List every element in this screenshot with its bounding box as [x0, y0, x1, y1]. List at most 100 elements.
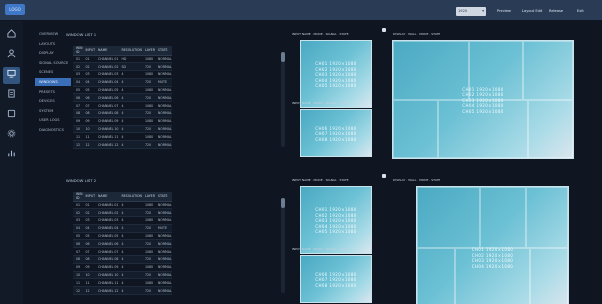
column-header[interactable]: STATE — [154, 192, 172, 202]
column-header[interactable]: NAME — [95, 46, 119, 56]
table-row[interactable]: 08 08 CHANNEL 08 4 720 NORMAL — [73, 255, 172, 264]
table-cell: 4 — [118, 224, 142, 233]
app-window: LOGO 1920 ▾ Preview Layout Edit Release … — [0, 0, 602, 304]
table-row[interactable]: 06 06 CHANNEL 06 4 720 NORMAL — [73, 93, 172, 103]
table-row[interactable]: 01 01 CHANNEL 01 HD 1080 NORMAL — [73, 55, 172, 64]
table-row[interactable]: 01 01 CHANNEL 01 4 1080 NORMAL — [73, 201, 172, 210]
table-cell: 4 — [118, 247, 142, 257]
nav-item-user-logs[interactable]: USER LOGS — [35, 116, 71, 124]
display-wall-preview[interactable]: CH01 1920×1080 CH02 1920×1080 CH03 1920×10… — [392, 40, 574, 159]
sidebar-item-stat[interactable] — [3, 147, 20, 164]
table-cell: CHANNEL 10 — [95, 271, 119, 280]
table-row[interactable]: 02 02 CHANNEL 02 4 720 NORMAL — [73, 208, 172, 218]
app-logo: LOGO — [5, 4, 25, 15]
scrollbar-thumb[interactable] — [281, 198, 285, 208]
column-header[interactable]: STATE — [154, 46, 172, 56]
nav-item-layouts[interactable]: LAYOUTS — [35, 40, 71, 48]
table-cell: NORMAL — [154, 55, 172, 64]
column-header[interactable]: NAME — [95, 192, 119, 202]
sidebar-item-home[interactable] — [3, 27, 20, 44]
table-row[interactable]: 10 10 CHANNEL 10 4 720 NORMAL — [73, 125, 172, 134]
table-row[interactable]: 07 07 CHANNEL 07 4 1080 NORMAL — [73, 247, 172, 257]
table-row[interactable]: 11 11 CHANNEL 11 4 1080 NORMAL — [73, 278, 172, 288]
table-cell: 4 — [118, 263, 142, 272]
nav-item-signal-source[interactable]: SIGNAL SOURCE — [35, 59, 71, 67]
nav-item-diagnostics[interactable]: DIAGNOSTICS — [35, 126, 71, 134]
table-cell: 720 — [141, 140, 155, 150]
table-row[interactable]: 12 12 CHANNEL 12 4 720 NORMAL — [73, 140, 172, 150]
exit-button[interactable]: Exit — [577, 7, 599, 16]
table-scrollbar[interactable] — [281, 52, 285, 147]
table-row[interactable]: 10 10 CHANNEL 10 4 720 NORMAL — [73, 271, 172, 280]
table-row[interactable]: 08 08 CHANNEL 08 4 720 NORMAL — [73, 109, 172, 118]
nav-item-system[interactable]: SYSTEM — [35, 107, 71, 115]
table-cell: 4 — [118, 201, 142, 210]
table-row[interactable]: 05 05 CHANNEL 05 4 1080 NORMAL — [73, 232, 172, 241]
layout-preview[interactable]: CH06 1920×1080 CH07 1920×1080 CH08 1920×10… — [300, 255, 372, 303]
wall-cell[interactable] — [480, 187, 526, 248]
table-cell: NORMAL — [154, 239, 172, 249]
sidebar-item-user[interactable] — [3, 47, 20, 64]
column-header[interactable]: RESOLUTION — [118, 46, 142, 56]
nav-item-scenes[interactable]: SCENES — [35, 68, 71, 76]
table-cell: NORMAL — [154, 247, 172, 257]
layout-preview[interactable]: CH06 1920×1080 CH07 1920×1080 CH08 1920×10… — [300, 109, 372, 157]
table-cell: NORMAL — [154, 140, 172, 150]
table-cell: 06 — [82, 239, 96, 249]
column-header[interactable]: WIN ID — [73, 46, 83, 56]
table-cell: 12 — [73, 286, 83, 296]
column-header[interactable]: RESOLUTION — [118, 192, 142, 202]
sidebar-item-doc[interactable] — [3, 87, 20, 104]
table-row[interactable]: 04 04 CHANNEL 04 4 720 MUTE — [73, 78, 172, 87]
scrollbar-thumb[interactable] — [281, 52, 285, 62]
table-cell: CHANNEL 04 — [95, 78, 119, 87]
nav-item-presets[interactable]: PRESETS — [35, 88, 71, 96]
table-cell: NORMAL — [154, 263, 172, 272]
table-row[interactable]: 07 07 CHANNEL 07 4 1080 NORMAL — [73, 101, 172, 111]
sidebar-item-screen[interactable] — [3, 67, 20, 84]
table-row[interactable]: 03 03 CHANNEL 03 4 1080 NORMAL — [73, 216, 172, 225]
column-header[interactable]: LAYER — [141, 46, 155, 56]
table-row[interactable]: 09 09 CHANNEL 09 4 1080 NORMAL — [73, 117, 172, 126]
table-row[interactable]: 02 02 CHANNEL 02 SD 720 NORMAL — [73, 62, 172, 72]
table-cell: 06 — [73, 93, 83, 103]
table-row[interactable]: 12 12 CHANNEL 12 4 720 NORMAL — [73, 286, 172, 296]
nav-item-devices[interactable]: DEVICES — [35, 97, 71, 105]
wall-cell[interactable] — [417, 187, 481, 248]
table-cell: 04 — [82, 78, 96, 87]
display-wall-preview[interactable]: CH01 1920×1080 CH02 1920×1080 CH03 1920×10… — [416, 186, 569, 304]
display-label: DISPLAY · WALL · MODE · STATE — [393, 178, 441, 182]
nav-item-windows[interactable]: WINDOWS — [35, 78, 71, 86]
table-cell: NORMAL — [154, 208, 172, 218]
table-cell: 08 — [82, 255, 96, 264]
table-scrollbar[interactable] — [281, 198, 285, 293]
table-cell: CHANNEL 08 — [95, 255, 119, 264]
table-cell: 10 — [82, 125, 96, 134]
layout-preview[interactable]: CH01 1920×1080 CH02 1920×1080 CH03 1920×10… — [300, 40, 372, 108]
sidebar-item-device[interactable] — [3, 107, 20, 124]
table-row[interactable]: 06 06 CHANNEL 06 4 720 NORMAL — [73, 239, 172, 249]
release-button[interactable]: Release — [549, 7, 575, 16]
table-row[interactable]: 04 04 CHANNEL 04 4 720 MUTE — [73, 224, 172, 233]
column-header[interactable]: INPUT — [82, 46, 96, 56]
table-row[interactable]: 09 09 CHANNEL 09 4 1080 NORMAL — [73, 263, 172, 272]
table-cell: 4 — [118, 132, 142, 142]
table-row[interactable]: 03 03 CHANNEL 03 4 1080 NORMAL — [73, 70, 172, 79]
nav-item-display[interactable]: DISPLAY — [35, 49, 71, 57]
table-cell: 1080 — [141, 247, 155, 257]
column-header[interactable]: LAYER — [141, 192, 155, 202]
sidebar-item-setting[interactable] — [3, 127, 20, 144]
column-header[interactable]: INPUT — [82, 192, 96, 202]
table-row[interactable]: 05 05 CHANNEL 05 4 1080 NORMAL — [73, 86, 172, 95]
preview-button[interactable]: Preview — [497, 7, 521, 16]
layout-edit-button[interactable]: Layout Edit — [522, 7, 548, 16]
layout-preview[interactable]: CH01 1920×1080 CH02 1920×1080 CH03 1920×10… — [300, 186, 372, 254]
table-cell: 03 — [73, 70, 83, 79]
table-row[interactable]: 11 11 CHANNEL 11 4 1080 NORMAL — [73, 132, 172, 142]
table-cell: 4 — [118, 286, 142, 296]
column-header[interactable]: WIN ID — [73, 192, 83, 202]
table-cell: 09 — [82, 117, 96, 126]
table-cell: 720 — [141, 224, 155, 233]
resolution-select[interactable]: 1920 ▾ — [456, 7, 486, 16]
wall-cell[interactable] — [525, 187, 568, 248]
